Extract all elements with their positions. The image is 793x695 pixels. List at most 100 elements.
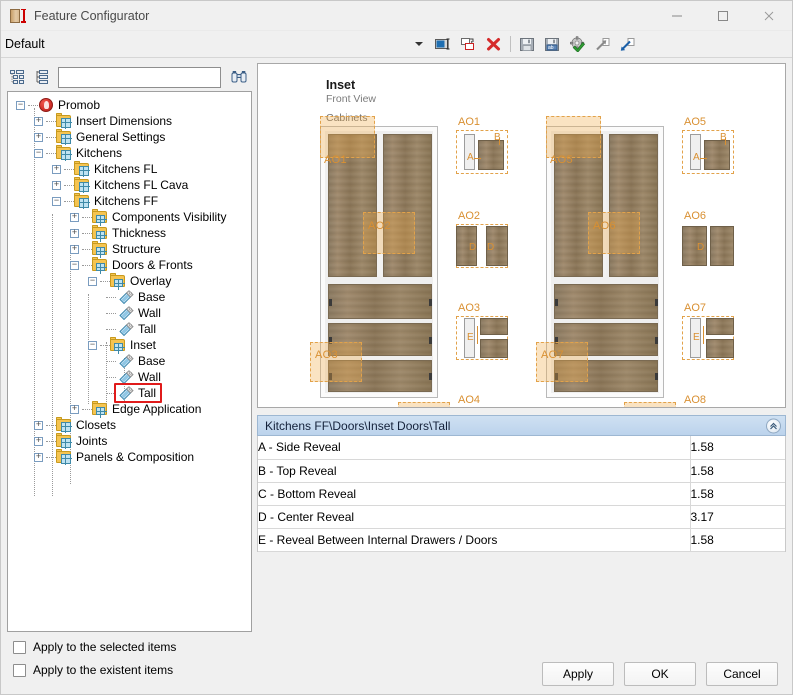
tree-item-general-settings[interactable]: + General Settings bbox=[8, 129, 251, 145]
property-name: A - Side Reveal bbox=[258, 436, 690, 459]
apply-selected-label: Apply to the selected items bbox=[33, 640, 176, 654]
tree-item-thickness[interactable]: +Thickness bbox=[8, 225, 251, 241]
minimize-button[interactable] bbox=[654, 1, 700, 31]
maximize-button[interactable] bbox=[700, 1, 746, 31]
property-row[interactable]: A - Side Reveal1.58 bbox=[258, 436, 785, 459]
collapse-node-icon[interactable]: − bbox=[88, 341, 97, 350]
save-as-icon[interactable]: ab bbox=[540, 32, 565, 56]
property-value[interactable]: 1.58 bbox=[690, 459, 785, 482]
chevron-up-icon[interactable] bbox=[766, 418, 781, 433]
tree-item-kitchens-fl-cava[interactable]: +Kitchens FL Cava bbox=[8, 177, 251, 193]
tree-item-kitchens[interactable]: −Kitchens bbox=[8, 145, 251, 161]
tree-item-label: Inset bbox=[130, 337, 156, 353]
tree-item-base[interactable]: Base bbox=[8, 289, 251, 305]
tree-item-label: Doors & Fronts bbox=[112, 257, 193, 273]
expand-node-icon[interactable]: + bbox=[70, 245, 79, 254]
expand-node-icon[interactable]: + bbox=[34, 453, 43, 462]
tree-item-closets[interactable]: +Closets bbox=[8, 417, 251, 433]
profile-combobox[interactable]: Default bbox=[1, 31, 431, 58]
expand-node-icon[interactable]: + bbox=[70, 213, 79, 222]
tree-item-label: Joints bbox=[76, 433, 107, 449]
duplicate-icon[interactable] bbox=[456, 32, 481, 56]
apply-existent-checkbox[interactable] bbox=[13, 664, 26, 677]
tag-icon bbox=[118, 305, 134, 321]
toolbar-separator bbox=[510, 36, 511, 52]
apply-selected-checkbox-row[interactable]: Apply to the selected items bbox=[13, 640, 176, 654]
expand-node-icon[interactable]: + bbox=[70, 229, 79, 238]
tree-connector bbox=[46, 425, 56, 426]
settings-apply-icon[interactable] bbox=[565, 32, 590, 56]
tree-item-joints[interactable]: + Joints bbox=[8, 433, 251, 449]
tree-item-label: General Settings bbox=[76, 129, 165, 145]
tree-item-overlay[interactable]: −Overlay bbox=[8, 273, 251, 289]
tree-item-tall[interactable]: Tall bbox=[8, 321, 251, 337]
detail-AO3: AO3 E bbox=[456, 316, 508, 360]
dialog-buttons: Apply OK Cancel bbox=[542, 662, 778, 686]
tree-item-kitchens-ff[interactable]: −Kitchens FF bbox=[8, 193, 251, 209]
tree-item-edge-application[interactable]: +Edge Application bbox=[8, 401, 251, 417]
tree-connector bbox=[28, 105, 38, 106]
apply-existent-checkbox-row[interactable]: Apply to the existent items bbox=[13, 663, 176, 677]
search-input[interactable] bbox=[58, 67, 221, 88]
property-row[interactable]: B - Top Reveal1.58 bbox=[258, 459, 785, 482]
collapse-node-icon[interactable]: − bbox=[16, 101, 25, 110]
tree-item-label: Tall bbox=[138, 321, 156, 337]
expand-node-icon[interactable]: + bbox=[52, 165, 61, 174]
tree-connector bbox=[100, 281, 110, 282]
collapse-node-icon[interactable]: − bbox=[52, 197, 61, 206]
collapse-tree-icon[interactable] bbox=[9, 68, 27, 86]
property-name: E - Reveal Between Internal Drawers / Do… bbox=[258, 528, 690, 551]
property-row[interactable]: C - Bottom Reveal1.58 bbox=[258, 482, 785, 505]
tree-item-promob[interactable]: −Promob bbox=[8, 97, 251, 113]
tree-item-wall[interactable]: Wall bbox=[8, 305, 251, 321]
expand-tree-icon[interactable] bbox=[34, 68, 52, 86]
close-button[interactable] bbox=[746, 1, 792, 31]
tree-item-panels-composition[interactable]: +Panels & Composition bbox=[8, 449, 251, 465]
rename-icon[interactable] bbox=[431, 32, 456, 56]
tree-connector bbox=[64, 185, 74, 186]
expand-node-icon[interactable]: + bbox=[52, 181, 61, 190]
tree-item-doors-fronts[interactable]: − Doors & Fronts bbox=[8, 257, 251, 273]
collapse-node-icon[interactable]: − bbox=[70, 261, 79, 270]
callout-AO6 bbox=[588, 212, 640, 254]
tree-view[interactable]: −Promob + Insert Dimensions + General Settin… bbox=[7, 91, 252, 632]
property-value[interactable]: 1.58 bbox=[690, 482, 785, 505]
tree-item-structure[interactable]: +Structure bbox=[8, 241, 251, 257]
folder-grid-icon bbox=[56, 433, 72, 449]
property-row[interactable]: E - Reveal Between Internal Drawers / Do… bbox=[258, 528, 785, 551]
folder-grid-icon bbox=[92, 241, 108, 257]
expand-node-icon[interactable]: + bbox=[34, 421, 43, 430]
tree-item-label: Insert Dimensions bbox=[76, 113, 172, 129]
tree-item-tall[interactable]: Tall bbox=[8, 385, 251, 401]
export-icon[interactable] bbox=[590, 32, 615, 56]
apply-button[interactable]: Apply bbox=[542, 662, 614, 686]
tree-item-components-visibility[interactable]: +Components Visibility bbox=[8, 209, 251, 225]
property-value[interactable]: 3.17 bbox=[690, 505, 785, 528]
cancel-button[interactable]: Cancel bbox=[706, 662, 778, 686]
property-row[interactable]: D - Center Reveal3.17 bbox=[258, 505, 785, 528]
expand-node-icon[interactable]: + bbox=[70, 405, 79, 414]
ok-button[interactable]: OK bbox=[624, 662, 696, 686]
tree-item-wall[interactable]: Wall bbox=[8, 369, 251, 385]
tree-connector bbox=[64, 201, 74, 202]
import-icon[interactable] bbox=[615, 32, 640, 56]
property-value[interactable]: 1.58 bbox=[690, 528, 785, 551]
delete-icon[interactable] bbox=[481, 32, 506, 56]
save-icon[interactable] bbox=[515, 32, 540, 56]
expand-node-icon[interactable]: + bbox=[34, 133, 43, 142]
expand-node-icon[interactable]: + bbox=[34, 117, 43, 126]
property-value[interactable]: 1.58 bbox=[690, 436, 785, 459]
binoculars-icon[interactable] bbox=[228, 67, 250, 87]
apply-selected-checkbox[interactable] bbox=[13, 641, 26, 654]
collapse-node-icon[interactable]: − bbox=[88, 277, 97, 286]
tree-item-insert-dimensions[interactable]: + Insert Dimensions bbox=[8, 113, 251, 129]
callout-label-AO3: AO3 bbox=[315, 349, 338, 361]
property-name: B - Top Reveal bbox=[258, 459, 690, 482]
folder-grid-icon bbox=[56, 449, 72, 465]
tree-item-inset[interactable]: − Inset bbox=[8, 337, 251, 353]
properties-body: A - Side Reveal1.58B - Top Reveal1.58C -… bbox=[257, 436, 786, 552]
tree-item-base[interactable]: Base bbox=[8, 353, 251, 369]
collapse-node-icon[interactable]: − bbox=[34, 149, 43, 158]
tree-item-kitchens-fl[interactable]: +Kitchens FL bbox=[8, 161, 251, 177]
expand-node-icon[interactable]: + bbox=[34, 437, 43, 446]
